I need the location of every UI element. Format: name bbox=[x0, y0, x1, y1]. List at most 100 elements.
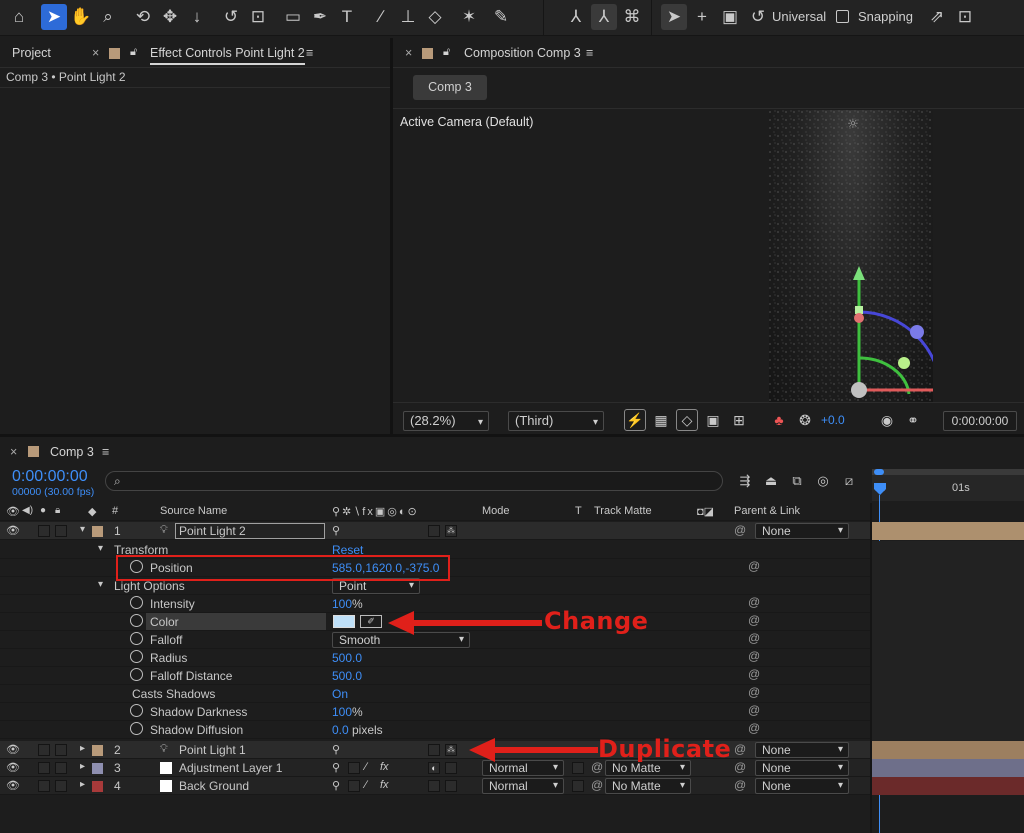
3d-layer-switch[interactable]: ⁂ bbox=[445, 744, 457, 756]
shadow-diffusion-property-row[interactable]: Shadow Diffusion 0.0 pixels @ bbox=[0, 721, 870, 739]
dolly-camera-icon[interactable]: ↓ bbox=[184, 4, 210, 30]
layer-row-4[interactable]: 👁︎ ▸ 4 Back Ground ⚲ ∕ fx Normal ▾ @ No M… bbox=[0, 777, 870, 795]
shadow-darkness-value[interactable]: 100 bbox=[332, 705, 352, 719]
falloff-distance-property-row[interactable]: Falloff Distance 500.0 @ bbox=[0, 667, 870, 685]
visibility-toggle-icon[interactable]: 👁︎ bbox=[6, 524, 20, 537]
switch-box[interactable] bbox=[428, 525, 440, 537]
home-icon[interactable]: ⌂ bbox=[6, 4, 32, 30]
radius-property-row[interactable]: Radius 500.0 @ bbox=[0, 649, 870, 667]
quality-switch-icon[interactable]: ∕ bbox=[365, 761, 367, 773]
lock-switch[interactable] bbox=[55, 525, 67, 537]
switch-box[interactable] bbox=[348, 762, 360, 774]
expression-pick-whip-icon[interactable]: @ bbox=[748, 613, 760, 627]
expression-pick-whip-icon[interactable]: @ bbox=[748, 703, 760, 717]
world-axis-icon[interactable]: ⅄ bbox=[591, 4, 617, 30]
tab-effect-controls[interactable]: Effect Controls Point Light 2 bbox=[150, 46, 305, 65]
casts-shadows-value[interactable]: On bbox=[332, 687, 348, 701]
stopwatch-icon[interactable] bbox=[130, 596, 143, 609]
expression-pick-whip-icon[interactable]: @ bbox=[748, 559, 760, 573]
3d-scale-icon[interactable]: ▣ bbox=[717, 4, 743, 30]
visibility-toggle-icon[interactable]: 👁︎ bbox=[6, 779, 20, 792]
view-layout-dropdown[interactable]: (Third) ▾ bbox=[508, 411, 604, 431]
solo-switch[interactable] bbox=[38, 744, 50, 756]
pan-behind-icon[interactable]: ⊡ bbox=[245, 4, 271, 30]
type-tool-icon[interactable]: T bbox=[334, 4, 360, 30]
layer-bar-3[interactable] bbox=[872, 759, 1024, 777]
matte-pick-whip-icon[interactable]: @ bbox=[591, 778, 603, 792]
pick-whip-icon[interactable]: @ bbox=[734, 760, 746, 774]
snapping-checkbox[interactable] bbox=[836, 10, 849, 23]
switch-box[interactable] bbox=[428, 780, 440, 792]
stopwatch-icon[interactable] bbox=[130, 632, 143, 645]
switch-box[interactable] bbox=[348, 780, 360, 792]
close-tab-icon[interactable]: × bbox=[92, 46, 99, 60]
quality-switch-icon[interactable]: ∕ bbox=[365, 779, 367, 791]
track-matte-dropdown[interactable]: No Matte ▾ bbox=[605, 778, 691, 794]
3d-layer-switch[interactable] bbox=[445, 762, 457, 774]
expression-pick-whip-icon[interactable]: @ bbox=[748, 631, 760, 645]
time-ruler[interactable]: 0s 01s bbox=[872, 469, 1024, 501]
expand-chevron-icon[interactable]: ▾ bbox=[98, 579, 103, 590]
rotate-tool-icon[interactable]: ↺ bbox=[218, 4, 244, 30]
zoom-tool-icon[interactable]: ⌕ bbox=[95, 4, 121, 30]
viewer-timecode[interactable]: 0:00:00:00 bbox=[943, 411, 1017, 431]
layer-name[interactable]: Adjustment Layer 1 bbox=[179, 761, 282, 775]
expand-chevron-icon[interactable]: ▸ bbox=[80, 779, 85, 790]
lock-switch[interactable] bbox=[55, 744, 67, 756]
blend-mode-dropdown[interactable]: Normal ▾ bbox=[482, 778, 564, 794]
exposure-value[interactable]: +0.0 bbox=[821, 413, 845, 427]
hand-tool-icon[interactable]: ✋ bbox=[68, 4, 94, 30]
shy-switch-icon[interactable]: ⚲ bbox=[332, 524, 340, 537]
stopwatch-icon[interactable] bbox=[130, 650, 143, 663]
effects-switch-icon[interactable]: fx bbox=[380, 761, 389, 773]
visibility-toggle-icon[interactable]: 👁︎ bbox=[6, 743, 20, 756]
layer-search-input[interactable]: ⌕ bbox=[105, 471, 723, 491]
eraser-tool-icon[interactable]: ◇ bbox=[422, 4, 448, 30]
layer-name-field[interactable]: Point Light 2 bbox=[175, 523, 325, 539]
shy-switch-icon[interactable]: ⚲ bbox=[332, 779, 340, 792]
stopwatch-icon[interactable] bbox=[130, 614, 143, 627]
composition-mini-flowchart-icon[interactable]: ⇶ bbox=[734, 470, 756, 492]
pan-camera-icon[interactable]: ✥ bbox=[157, 4, 183, 30]
clone-stamp-icon[interactable]: ⊥ bbox=[395, 4, 421, 30]
tab-project[interactable]: Project bbox=[12, 46, 51, 60]
lock-switch[interactable] bbox=[55, 780, 67, 792]
visibility-toggle-icon[interactable]: 👁︎ bbox=[6, 761, 20, 774]
property-keyframe-area[interactable] bbox=[872, 541, 1024, 741]
switch-box[interactable] bbox=[428, 744, 440, 756]
zoom-dropdown[interactable]: (28.2%) ▾ bbox=[403, 411, 489, 431]
expression-pick-whip-icon[interactable]: @ bbox=[748, 667, 760, 681]
expression-pick-whip-icon[interactable]: @ bbox=[748, 685, 760, 699]
show-snapshot-icon[interactable]: ⚭ bbox=[902, 409, 924, 431]
orbit-camera-icon[interactable]: ⟲ bbox=[130, 4, 156, 30]
parent-dropdown[interactable]: None ▾ bbox=[755, 760, 849, 776]
solo-switch[interactable] bbox=[38, 780, 50, 792]
layer-bar-4[interactable] bbox=[872, 777, 1024, 795]
effects-switch-icon[interactable]: fx bbox=[380, 779, 389, 791]
layer-label-color[interactable] bbox=[92, 781, 103, 792]
roto-brush-icon[interactable]: ✶ bbox=[456, 4, 482, 30]
panel-menu-icon[interactable]: ≡ bbox=[102, 445, 109, 459]
3d-move-icon[interactable]: + bbox=[689, 4, 715, 30]
expand-chevron-icon[interactable]: ▾ bbox=[80, 524, 85, 535]
brush-tool-icon[interactable]: ∕ bbox=[368, 4, 394, 30]
layer-label-color[interactable] bbox=[92, 745, 103, 756]
tab-timeline-comp[interactable]: Comp 3 bbox=[50, 445, 94, 459]
expression-pick-whip-icon[interactable]: @ bbox=[748, 595, 760, 609]
adjustment-layer-switch[interactable]: ◐ bbox=[428, 762, 440, 774]
3d-layer-switch[interactable] bbox=[445, 780, 457, 792]
fast-previews-icon[interactable]: ⚡ bbox=[624, 409, 646, 431]
rectangle-tool-icon[interactable]: ▭ bbox=[280, 4, 306, 30]
lock-icon[interactable]: 🔓︎ bbox=[130, 46, 137, 59]
layer-label-color[interactable] bbox=[92, 526, 103, 537]
layer-label-color[interactable] bbox=[92, 763, 103, 774]
layer-name[interactable]: Back Ground bbox=[179, 779, 249, 793]
tab-composition[interactable]: Composition Comp 3 bbox=[464, 46, 581, 60]
shy-switch-icon[interactable]: ⚲ bbox=[332, 743, 340, 756]
expand-chevron-icon[interactable]: ▸ bbox=[80, 761, 85, 772]
layer-row-3[interactable]: 👁︎ ▸ 3 Adjustment Layer 1 ⚲ ∕ fx ◐ Norma… bbox=[0, 759, 870, 777]
pick-whip-icon[interactable]: @ bbox=[734, 778, 746, 792]
casts-shadows-property-row[interactable]: Casts Shadows On @ bbox=[0, 685, 870, 703]
shadow-diffusion-value[interactable]: 0.0 bbox=[332, 723, 349, 737]
solo-switch[interactable] bbox=[38, 525, 50, 537]
